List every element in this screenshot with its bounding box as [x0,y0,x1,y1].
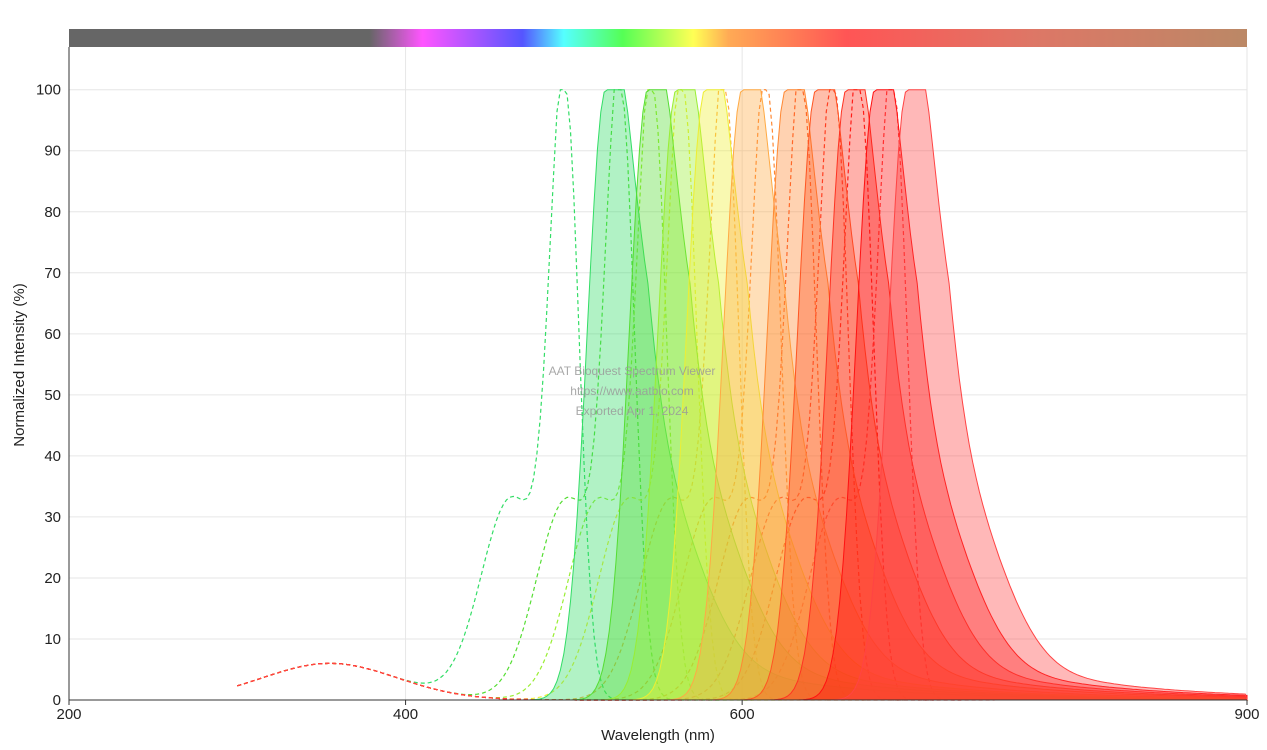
y-tick-label: 100 [36,82,61,99]
y-axis-title: Normalized Intensity (%) [11,283,28,446]
spectrum-chart: 0102030405060708090100200 400 600 900 AAT B… [11,29,1260,744]
spectrum-color-bar [69,29,1247,47]
x-tick-label: 400 [393,706,418,723]
y-tick-label: 90 [44,143,61,160]
x-axis-title: Wavelength (nm) [601,727,715,744]
x-tick-label: 600 [730,706,755,723]
watermark-line-1: AAT Bioquest Spectrum Viewer [549,364,716,378]
y-tick-label: 20 [44,570,61,587]
y-tick-label: 30 [44,509,61,526]
x-tick-label: 900 [1234,706,1259,723]
y-tick-label: 40 [44,448,61,465]
y-tick-label: 10 [44,631,61,648]
y-tick-label: 70 [44,265,61,282]
y-tick-label: 60 [44,326,61,343]
x-tick-label: 200 [56,706,81,723]
y-tick-label: 50 [44,387,61,404]
watermark-line-2: https://www.aatbio.com [570,384,693,398]
y-tick-label: 80 [44,204,61,221]
watermark-line-3: Exported Apr 1, 2024 [576,404,689,418]
